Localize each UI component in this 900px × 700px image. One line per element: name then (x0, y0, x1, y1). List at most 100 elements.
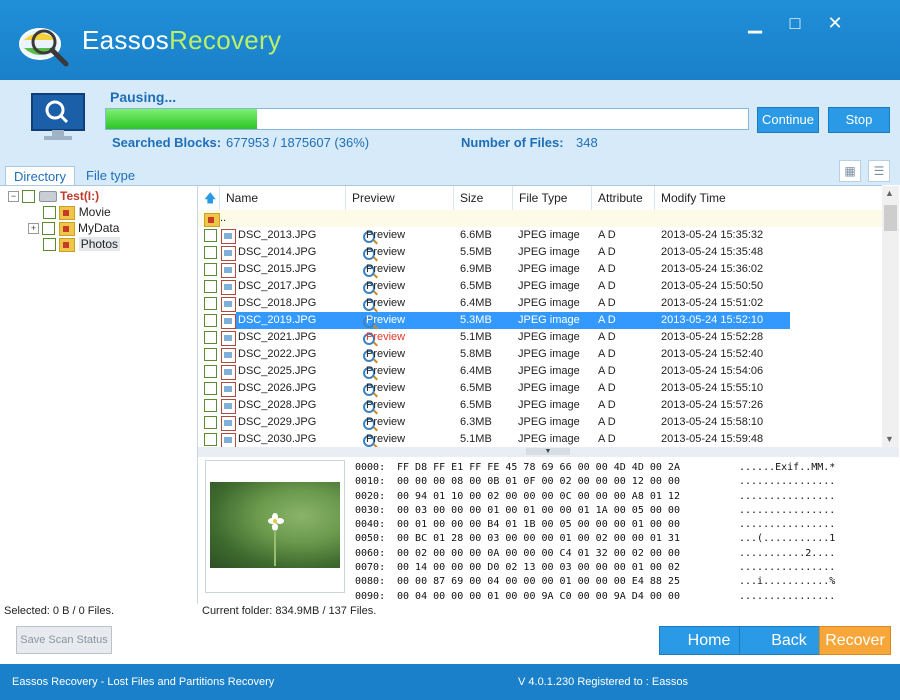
continue-button[interactable]: Continue (757, 107, 819, 133)
row-checkbox[interactable] (204, 399, 217, 412)
maximize-button[interactable]: □ (780, 10, 810, 36)
row-checkbox[interactable] (204, 246, 217, 259)
table-row[interactable]: DSC_2028.JPG Preview 6.5MB JPEG image A D 201… (198, 397, 882, 414)
collapse-icon[interactable]: − (8, 191, 19, 203)
preview-link[interactable]: Preview (366, 397, 405, 414)
row-checkbox[interactable] (204, 348, 217, 361)
tree-item-photos[interactable]: Photos (43, 236, 121, 252)
preview-link[interactable]: Preview (366, 346, 405, 363)
tab-directory[interactable]: Directory (5, 166, 76, 186)
column-attribute[interactable]: Attribute (592, 186, 655, 210)
scroll-up-icon[interactable]: ▲ (885, 188, 894, 198)
expand-icon[interactable]: + (28, 223, 39, 235)
minimize-button[interactable]: ▁ (740, 10, 770, 36)
row-checkbox[interactable] (204, 365, 217, 378)
row-checkbox[interactable] (204, 416, 217, 429)
file-size: 6.5MB (460, 399, 492, 411)
modify-time: 2013-05-24 15:59:48 (661, 433, 764, 445)
table-row[interactable]: DSC_2018.JPG Preview 6.4MB JPEG image A D 201… (198, 295, 882, 312)
row-checkbox[interactable] (204, 314, 217, 327)
table-row[interactable]: DSC_2021.JPG Preview 5.1MB JPEG image A D 201… (198, 329, 882, 346)
save-scan-status-button[interactable]: Save Scan Status (16, 626, 112, 654)
hex-ascii: ...........2.... (739, 547, 836, 559)
modify-time: 2013-05-24 15:51:02 (661, 297, 764, 309)
table-row[interactable]: DSC_2014.JPG Preview 5.5MB JPEG image A D 201… (198, 244, 882, 261)
table-row[interactable]: DSC_2030.JPG Preview 5.1MB JPEG image A D 201… (198, 431, 882, 448)
preview-photo (210, 482, 340, 568)
thumbnail-view-icon[interactable]: ▦ (839, 160, 861, 182)
row-checkbox[interactable] (204, 263, 217, 276)
tree-item-checkbox[interactable] (43, 206, 56, 220)
table-row[interactable]: DSC_2019.JPG Preview 5.3MB JPEG image A D 201… (204, 312, 790, 329)
row-checkbox[interactable] (204, 297, 217, 310)
preview-link[interactable]: Preview (366, 227, 405, 244)
hex-addr: 0040: (355, 519, 386, 531)
preview-link[interactable]: Preview (366, 329, 405, 346)
tree-item-checkbox[interactable] (43, 238, 56, 252)
hex-bytes: 00 04 00 00 00 01 00 00 9A C0 00 00 9A D… (397, 590, 680, 602)
preview-link[interactable]: Preview (366, 244, 405, 261)
directory-tree: − Test(I:) Movie + MyData Photos (0, 185, 198, 604)
table-row[interactable]: DSC_2029.JPG Preview 6.3MB JPEG image A D 201… (198, 414, 882, 431)
details-view-icon[interactable]: ☰ (868, 160, 890, 182)
tree-root[interactable]: − Test(I:) (8, 188, 99, 204)
column-size[interactable]: Size (454, 186, 513, 210)
preview-link[interactable]: Preview (366, 380, 405, 397)
file-type: JPEG image (518, 229, 580, 241)
row-checkbox[interactable] (204, 280, 217, 293)
stop-button[interactable]: Stop (828, 107, 890, 133)
file-attribute: A D (598, 246, 616, 258)
file-size: 5.1MB (460, 433, 492, 445)
file-attribute: A D (598, 280, 616, 292)
hex-line: 0000: FF D8 FF E1 FF FE 45 78 69 66 00 00… (355, 460, 895, 474)
hex-line: 0070: 00 14 00 00 00 D0 02 13 00 03 00 00… (355, 560, 895, 574)
drive-icon (38, 191, 57, 203)
preview-link[interactable]: Preview (366, 363, 405, 380)
tree-root-checkbox[interactable] (22, 190, 36, 204)
list-scrollbar[interactable]: ▲ ▼ (882, 186, 899, 447)
hex-bytes: 00 94 01 10 00 02 00 00 00 0C 00 00 00 A… (397, 490, 680, 502)
jpeg-file-icon (221, 415, 236, 431)
tree-item-mydata[interactable]: + MyData (28, 220, 119, 236)
hex-ascii: ................ (739, 490, 836, 502)
parent-folder-row[interactable]: .. (198, 210, 882, 228)
preview-link[interactable]: Preview (366, 295, 405, 312)
tab-file-type[interactable]: File type (78, 166, 143, 185)
file-attribute: A D (598, 348, 616, 360)
table-row[interactable]: DSC_2017.JPG Preview 6.5MB JPEG image A D 201… (198, 278, 882, 295)
preview-link[interactable]: Preview (366, 431, 405, 448)
monitor-search-icon (31, 93, 85, 140)
modify-time: 2013-05-24 15:50:50 (661, 280, 764, 292)
preview-link[interactable]: Preview (366, 312, 405, 329)
table-row[interactable]: DSC_2022.JPG Preview 5.8MB JPEG image A D 201… (198, 346, 882, 363)
row-checkbox[interactable] (204, 433, 217, 446)
hex-ascii: ......Exif..MM.* (739, 462, 836, 473)
table-row[interactable]: DSC_2025.JPG Preview 6.4MB JPEG image A D 201… (198, 363, 882, 380)
preview-splitter[interactable]: ▼ (198, 447, 899, 457)
preview-link[interactable]: Preview (366, 278, 405, 295)
row-checkbox[interactable] (204, 382, 217, 395)
column-name[interactable]: Name (220, 186, 346, 210)
column-file-type[interactable]: File Type (513, 186, 592, 210)
hex-bytes: 00 03 00 00 00 01 00 01 00 00 01 1A 00 0… (397, 504, 680, 516)
splitter-arrow-icon[interactable]: ▼ (526, 448, 570, 455)
jpeg-file-icon (221, 364, 236, 380)
sort-up-icon[interactable]: 🡅 (198, 186, 220, 210)
file-attribute: A D (598, 263, 616, 275)
close-button[interactable]: ✕ (820, 10, 850, 36)
jpeg-file-icon (221, 228, 236, 244)
table-row[interactable]: DSC_2026.JPG Preview 6.5MB JPEG image A D 201… (198, 380, 882, 397)
preview-link[interactable]: Preview (366, 261, 405, 278)
recover-button[interactable]: Recover (819, 626, 891, 655)
table-row[interactable]: DSC_2015.JPG Preview 6.9MB JPEG image A D 201… (198, 261, 882, 278)
table-row[interactable]: DSC_2013.JPG Preview 6.6MB JPEG image A D 201… (198, 227, 882, 244)
row-checkbox[interactable] (204, 229, 217, 242)
column-modify-time[interactable]: Modify Time (655, 186, 882, 210)
scroll-down-icon[interactable]: ▼ (885, 434, 894, 444)
scroll-thumb[interactable] (884, 205, 897, 231)
tree-item-checkbox[interactable] (42, 222, 56, 236)
tree-item-movie[interactable]: Movie (43, 204, 111, 220)
column-preview[interactable]: Preview (346, 186, 454, 210)
preview-link[interactable]: Preview (366, 414, 405, 431)
row-checkbox[interactable] (204, 331, 217, 344)
